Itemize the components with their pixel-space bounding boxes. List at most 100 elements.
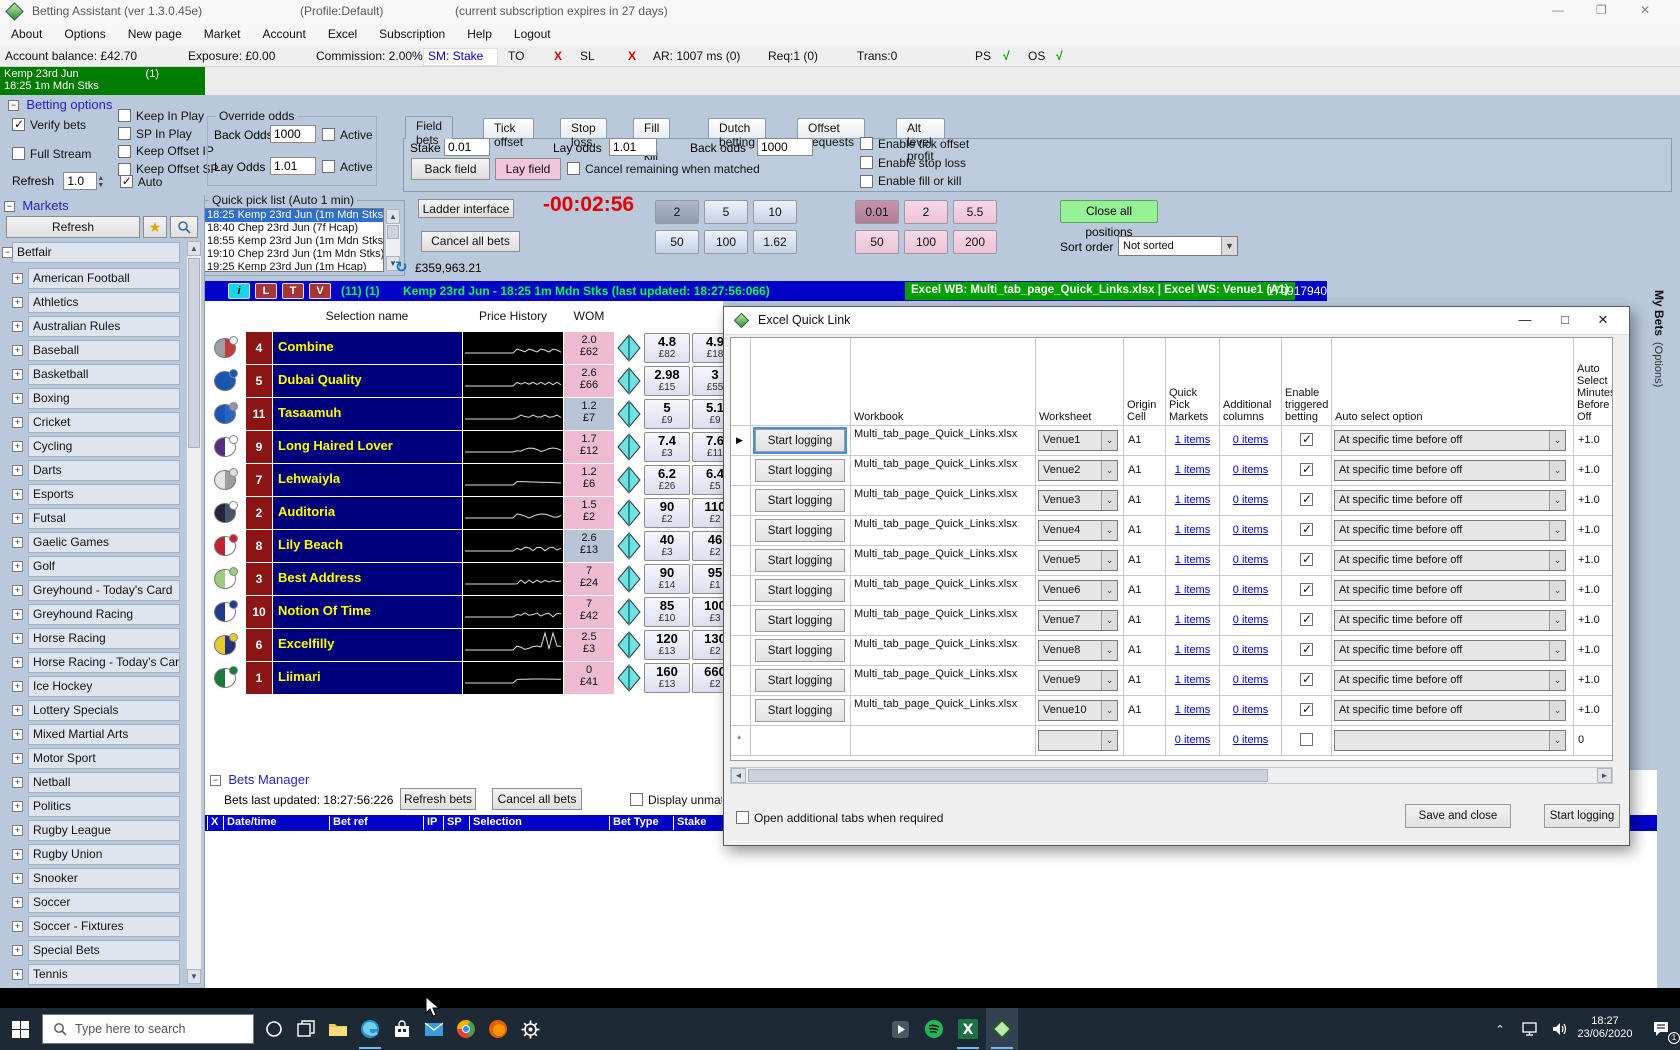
enable-triggered-checkbox[interactable] <box>1300 493 1313 506</box>
enable-triggered-checkbox[interactable] <box>1300 553 1313 566</box>
worksheet-select[interactable]: At specific time before off⌄ <box>1334 670 1566 691</box>
lay-price-button[interactable]: 130£2 <box>692 630 723 660</box>
l-button[interactable]: L <box>255 283 277 299</box>
back-price-button[interactable]: 6.2£26 <box>644 465 690 495</box>
start-logging-button[interactable]: Start logging <box>755 669 845 692</box>
sidebar-item-esports[interactable]: Esports <box>28 484 180 505</box>
expand-icon[interactable]: + <box>12 417 23 428</box>
origin-cell[interactable]: A1 <box>1124 456 1166 486</box>
selection-name[interactable]: Combine <box>273 332 462 364</box>
bets-col-sp[interactable]: SP <box>443 816 469 830</box>
worksheet-select[interactable]: At specific time before off⌄ <box>1334 640 1566 661</box>
quick-pick-items-link[interactable]: 1 items <box>1175 704 1210 716</box>
expand-icon[interactable]: + <box>12 489 23 500</box>
worksheet-select[interactable]: Venue4⌄ <box>1038 520 1118 541</box>
quick-pick-item[interactable]: 19:10 Chep 23rd Jun (1m Mdn Stks) <box>205 248 383 261</box>
expand-icon[interactable]: + <box>12 921 23 932</box>
expand-icon[interactable]: + <box>12 897 23 908</box>
quick-pick-item[interactable]: 18:25 Kemp 23rd Jun (1m Mdn Stks) <box>205 209 383 222</box>
sidebar-item-ice-hockey[interactable]: Ice Hockey <box>28 676 180 697</box>
cancel-all-bets-button-2[interactable]: Cancel all bets <box>492 788 582 810</box>
workbook-cell[interactable]: Multi_tab_page_Quick_Links.xlsx <box>851 546 1036 576</box>
worksheet-select[interactable]: Venue8⌄ <box>1038 640 1118 661</box>
sidebar-item-basketball[interactable]: Basketball <box>28 364 180 385</box>
sidebar-item-soccer[interactable]: Soccer <box>28 892 180 913</box>
col-wom[interactable]: WOM <box>564 301 614 331</box>
back-price-button[interactable]: 85£10 <box>644 597 690 627</box>
markets-scrollbar[interactable]: ▲ ▼ <box>186 240 202 985</box>
scroll-left-icon[interactable]: ◄ <box>731 768 746 783</box>
worksheet-select[interactable]: Venue7⌄ <box>1038 610 1118 631</box>
minutes-cell[interactable]: +1.0 <box>1574 606 1613 636</box>
sidebar-item-athletics[interactable]: Athletics <box>28 292 180 313</box>
markets-refresh-button[interactable]: Refresh <box>6 216 140 238</box>
sidebar-item-gaelic-games[interactable]: Gaelic Games <box>28 532 180 553</box>
quick-pick-items-link[interactable]: 1 items <box>1175 524 1210 536</box>
media-player-icon[interactable] <box>884 1008 916 1050</box>
bets-col-date-time[interactable]: Date/time <box>223 816 329 830</box>
selection-name[interactable]: Notion Of Time <box>273 596 462 628</box>
additional-items-link[interactable]: 0 items <box>1233 644 1268 656</box>
quick-pick-items-link[interactable]: 1 items <box>1175 644 1210 656</box>
expand-icon[interactable]: + <box>12 777 23 788</box>
search-input[interactable]: Type here to search <box>42 1014 254 1044</box>
selection-name[interactable]: Lily Beach <box>273 530 462 562</box>
lay-field-button[interactable]: Lay field <box>495 158 561 180</box>
minutes-cell[interactable]: +1.0 <box>1574 636 1613 666</box>
expand-icon[interactable]: + <box>12 585 23 596</box>
scroll-thumb[interactable] <box>748 769 1268 782</box>
lay-price-button[interactable]: 3£55 <box>692 366 723 396</box>
origin-cell[interactable]: A1 <box>1124 516 1166 546</box>
dialog-titlebar[interactable]: Excel Quick Link — □ ✕ <box>724 307 1629 335</box>
lay-price-button[interactable]: 100£3 <box>692 597 723 627</box>
worksheet-select[interactable]: Venue5⌄ <box>1038 550 1118 571</box>
additional-items-link[interactable]: 0 items <box>1233 704 1268 716</box>
workbook-cell[interactable]: Multi_tab_page_Quick_Links.xlsx <box>851 426 1036 456</box>
enable-triggered-checkbox[interactable] <box>1300 583 1313 596</box>
taskbar-clock[interactable]: 18:27 23/06/2020 <box>1570 1015 1640 1041</box>
lay-price-button[interactable]: 46£2 <box>692 531 723 561</box>
back-stake-2[interactable]: 2 <box>655 200 699 224</box>
tab-dutch-betting[interactable]: Dutch betting <box>708 118 766 138</box>
file-explorer-icon[interactable] <box>322 1008 354 1050</box>
origin-cell[interactable]: A1 <box>1124 546 1166 576</box>
scroll-thumb[interactable] <box>387 225 399 239</box>
tab-offset-requests[interactable]: Offset requests <box>797 118 865 138</box>
bets-col-ip[interactable]: IP <box>423 816 443 830</box>
expand-icon[interactable]: + <box>12 369 23 380</box>
sidebar-item-horse-racing[interactable]: Horse Racing <box>28 628 180 649</box>
bets-col-bet-type[interactable]: Bet Type <box>609 816 673 830</box>
lay-price-button[interactable]: 6.4£5 <box>692 465 723 495</box>
back-odds-input[interactable]: 1000 <box>270 125 316 143</box>
cancel-all-bets-button[interactable]: Cancel all bets <box>421 231 520 252</box>
scroll-down-icon[interactable]: ▼ <box>187 969 201 984</box>
scroll-up-icon[interactable]: ▲ <box>386 209 400 224</box>
menu-item-excel[interactable]: Excel <box>317 24 368 44</box>
back-stake-50[interactable]: 50 <box>655 230 699 254</box>
sidebar-item-special-bets[interactable]: Special Bets <box>28 940 180 961</box>
lay-price-button[interactable]: 7.6£11 <box>692 432 723 462</box>
expand-icon[interactable]: + <box>12 753 23 764</box>
enable-triggered-checkbox[interactable] <box>1300 733 1313 746</box>
origin-cell[interactable]: A1 <box>1124 606 1166 636</box>
worksheet-select[interactable]: At specific time before off⌄ <box>1334 490 1566 511</box>
quick-pick-items-link[interactable]: 1 items <box>1175 464 1210 476</box>
sidebar-item-mixed-martial-arts[interactable]: Mixed Martial Arts <box>28 724 180 745</box>
minutes-cell[interactable]: +1.0 <box>1574 666 1613 696</box>
menu-item-help[interactable]: Help <box>456 24 503 44</box>
expand-icon[interactable]: + <box>12 609 23 620</box>
expand-icon[interactable]: + <box>12 441 23 452</box>
lay-stake-2[interactable]: 2 <box>904 200 948 224</box>
workbook-cell[interactable]: Multi_tab_page_Quick_Links.xlsx <box>851 606 1036 636</box>
start-button[interactable] <box>4 1008 36 1050</box>
sidebar-item-motor-sport[interactable]: Motor Sport <box>28 748 180 769</box>
origin-cell[interactable]: A1 <box>1124 666 1166 696</box>
menu-item-market[interactable]: Market <box>193 24 252 44</box>
additional-items-link[interactable]: 0 items <box>1233 494 1268 506</box>
origin-cell[interactable] <box>1124 726 1166 756</box>
sidebar-item-baseball[interactable]: Baseball <box>28 340 180 361</box>
sidebar-item-rugby-union[interactable]: Rugby Union <box>28 844 180 865</box>
expand-icon[interactable]: + <box>12 561 23 572</box>
sidebar-item-american-football[interactable]: American Football <box>28 268 180 289</box>
stake-input[interactable]: 0.01 <box>444 138 490 156</box>
